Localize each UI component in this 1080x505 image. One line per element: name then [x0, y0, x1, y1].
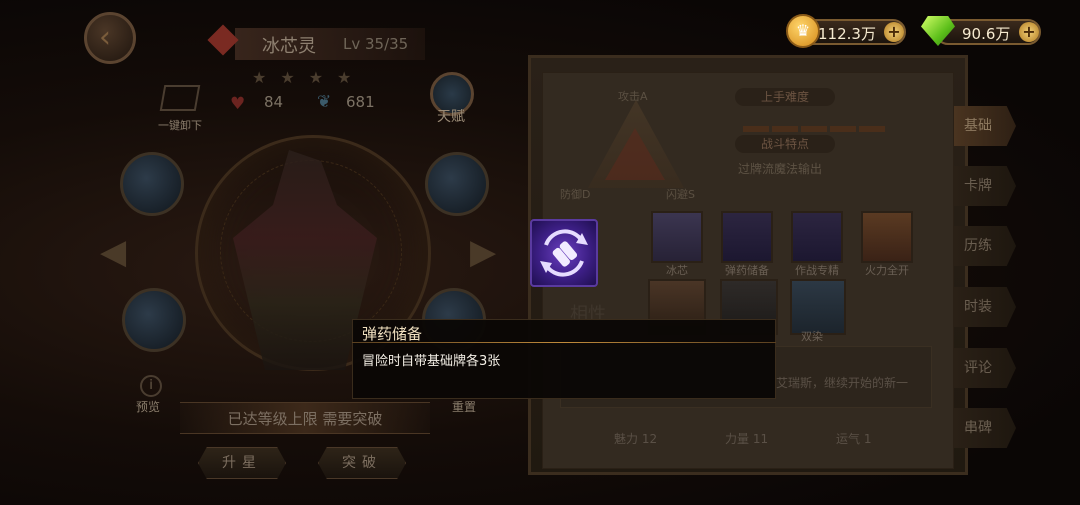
tab-basic[interactable]: 基础 — [954, 106, 1016, 146]
skill-card-label-4: 火力全开 — [865, 264, 909, 277]
prev-hero-arrow-icon[interactable]: ◀ — [100, 232, 126, 272]
reset-label[interactable]: 重置 — [452, 398, 476, 415]
difficulty-header: 上手难度 — [735, 88, 835, 106]
unequip-all-label[interactable]: 一键卸下 — [158, 117, 202, 133]
difficulty-bars — [743, 117, 888, 136]
stat-luck: 运气 1 — [836, 432, 872, 446]
defense-axis-label: 防御D — [560, 188, 591, 201]
tab-training[interactable]: 历练 — [954, 226, 1016, 266]
tab-basic-label: 基础 — [964, 118, 992, 134]
skill-card-3[interactable] — [791, 211, 843, 263]
bio-text: 艾瑞斯，继续开始的新一 — [776, 376, 909, 390]
feature-header: 战斗特点 — [735, 135, 835, 153]
gold-value: 112.3万 — [818, 25, 876, 43]
max-level-text: 已达等级上限 需要突破 — [227, 410, 383, 428]
feature-text: 过牌流魔法输出 — [738, 162, 823, 176]
tab-cards-label: 卡牌 — [964, 178, 992, 194]
tab-comments[interactable]: 评论 — [954, 348, 1016, 388]
affinity-hero-3[interactable] — [790, 279, 846, 335]
tooltip-divider — [352, 342, 776, 343]
skill-card-label-2: 弹药储备 — [725, 264, 769, 277]
next-hero-arrow-icon[interactable]: ▶ — [470, 232, 496, 272]
skill-card-1[interactable] — [651, 211, 703, 263]
ammo-reserve-skill-icon[interactable] — [530, 219, 598, 287]
tab-stele-label: 串碑 — [964, 420, 992, 436]
breakthrough-button[interactable]: 突破 — [318, 447, 406, 479]
tab-training-label: 历练 — [964, 238, 992, 254]
unequip-icon[interactable] — [159, 85, 201, 111]
tab-outfit[interactable]: 时装 — [954, 287, 1016, 327]
hero-stars: ★★★★ — [252, 68, 366, 87]
equip-slot-weapon[interactable] — [120, 152, 184, 216]
preview-label[interactable]: 预览 — [136, 398, 160, 415]
info-icon[interactable]: i — [140, 375, 162, 397]
tab-outfit-label: 时装 — [964, 299, 992, 315]
tooltip-description: 冒险时自带基础牌各3张 — [362, 354, 501, 369]
gem-value: 90.6万 — [962, 25, 1011, 43]
wing-icon: ❦ — [317, 92, 332, 112]
gold-coin-icon: ♛ — [786, 14, 820, 48]
upstar-button[interactable]: 升星 — [198, 447, 286, 479]
add-gem-icon[interactable]: + — [1019, 22, 1039, 42]
ammo-cycle-icon — [540, 229, 588, 277]
back-arrow-icon: ‹ — [99, 20, 111, 55]
tab-cards[interactable]: 卡牌 — [954, 166, 1016, 206]
affinity-card-label: 双染 — [801, 330, 823, 343]
tab-comments-label: 评论 — [964, 360, 992, 376]
hero-attack: 681 — [346, 93, 375, 111]
dodge-axis-label: 闪避S — [666, 188, 695, 201]
hero-level: Lv 35/35 — [343, 35, 409, 53]
tooltip-title: 弹药储备 — [362, 325, 423, 343]
stat-strength: 力量 11 — [725, 432, 769, 446]
breakthrough-label: 突破 — [342, 455, 382, 471]
tab-stele[interactable]: 串碑 — [954, 408, 1016, 448]
talent-label[interactable]: 天赋 — [437, 106, 465, 126]
upstar-label: 升星 — [222, 455, 262, 471]
add-gold-icon[interactable]: + — [884, 22, 904, 42]
attack-axis-label: 攻击A — [618, 90, 648, 103]
skill-card-label-3: 作战专精 — [795, 264, 839, 277]
heart-icon: ♥ — [230, 94, 246, 114]
equip-slot-ring[interactable] — [122, 288, 186, 352]
equip-slot-armor[interactable] — [425, 152, 489, 216]
skill-card-2[interactable] — [721, 211, 773, 263]
hero-hp: 84 — [264, 93, 284, 111]
back-button[interactable]: ‹ — [84, 12, 136, 64]
skill-card-4[interactable] — [861, 211, 913, 263]
skill-card-label-1: 冰芯 — [666, 264, 688, 277]
stat-charm: 魅力 12 — [614, 432, 658, 446]
hero-name: 冰芯灵 — [262, 36, 316, 57]
